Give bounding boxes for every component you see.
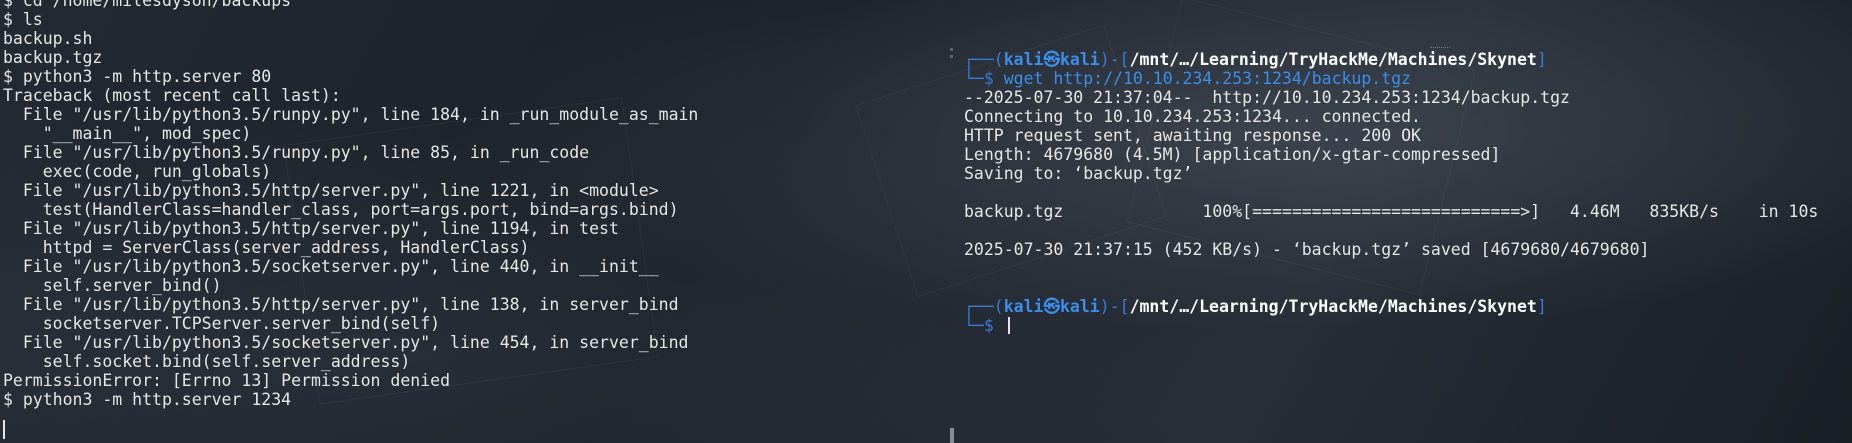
terminal-line: File "/usr/lib/python3.5/http/server.py"… bbox=[3, 181, 659, 200]
terminal-line: Length: 4679680 (4.5M) [application/x-gt… bbox=[964, 145, 1501, 164]
desktop-screen: $ cd /home/milesdyson/backups $ ls backup.… bbox=[0, 0, 1852, 443]
terminal-line: File "/usr/lib/python3.5/socketserver.py… bbox=[3, 333, 689, 352]
terminal-line: $ python3 -m http.server 80 bbox=[3, 67, 272, 86]
right-terminal-cursor bbox=[1007, 317, 1010, 334]
command-line-2[interactable]: └─$ bbox=[964, 316, 1818, 335]
terminal-line: $ ls bbox=[3, 10, 43, 29]
terminal-line: backup.tgz bbox=[3, 48, 103, 67]
terminal-line: $ cd /home/milesdyson/backups bbox=[3, 0, 292, 10]
terminal-line: 2025-07-30 21:37:15 (452 KB/s) - ‘backup… bbox=[964, 240, 1650, 259]
terminal-line: Traceback (most recent call last): bbox=[3, 86, 341, 105]
wget-output: --2025-07-30 21:37:04-- http://10.10.234… bbox=[964, 88, 1818, 297]
terminal-line: --2025-07-30 21:37:04-- http://10.10.234… bbox=[964, 88, 1570, 107]
command-line-1: └─$ wget http://10.10.234.253:1234/backu… bbox=[964, 69, 1412, 88]
terminal-line: PermissionError: [Errno 13] Permission d… bbox=[3, 371, 451, 390]
left-terminal-pane[interactable]: $ cd /home/milesdyson/backups $ ls backup.… bbox=[3, 0, 943, 443]
terminal-line: File "/usr/lib/python3.5/http/server.py"… bbox=[3, 295, 679, 314]
terminal-line: self.socket.bind(self.server_address) bbox=[3, 352, 411, 371]
terminal-line: File "/usr/lib/python3.5/runpy.py", line… bbox=[3, 143, 590, 162]
right-terminal-output: ┌──(kali㉿kali)-[/mnt/…/Learning/TryHackM… bbox=[964, 50, 1818, 335]
terminal-line: backup.sh bbox=[3, 29, 93, 48]
terminal-line: Saving to: ‘backup.tgz’ bbox=[964, 164, 1193, 183]
terminal-line: "__main__", mod_spec) bbox=[3, 124, 252, 143]
terminal-line: self.server_bind() bbox=[3, 276, 222, 295]
terminal-line: HTTP request sent, awaiting response... … bbox=[964, 126, 1421, 145]
terminal-line: httpd = ServerClass(server_address, Hand… bbox=[3, 238, 530, 257]
left-terminal-cursor bbox=[3, 420, 5, 439]
prompt-line-2: ┌──(kali㉿kali)-[/mnt/…/Learning/TryHackM… bbox=[964, 297, 1547, 316]
terminal-line: Connecting to 10.10.234.253:1234... conn… bbox=[964, 107, 1421, 126]
terminal-line: File "/usr/lib/python3.5/socketserver.py… bbox=[3, 257, 659, 276]
left-terminal-output: $ cd /home/milesdyson/backups $ ls backup.… bbox=[3, 0, 698, 409]
terminal-line: backup.tgz 100%[========================… bbox=[964, 202, 1819, 221]
prompt-line-1: ┌──(kali㉿kali)-[/mnt/…/Learning/TryHackM… bbox=[964, 50, 1547, 69]
right-terminal-pane[interactable]: ┌──(kali㉿kali)-[/mnt/…/Learning/TryHackM… bbox=[964, 0, 1852, 443]
terminal-line: $ python3 -m http.server 1234 bbox=[3, 390, 292, 409]
terminal-line: File "/usr/lib/python3.5/runpy.py", line… bbox=[3, 105, 699, 124]
terminal-line: File "/usr/lib/python3.5/http/server.py"… bbox=[3, 219, 619, 238]
terminal-line: socketserver.TCPServer.server_bind(self) bbox=[3, 314, 441, 333]
terminal-line: exec(code, run_globals) bbox=[3, 162, 272, 181]
scrollbar-handle[interactable] bbox=[950, 428, 954, 443]
terminal-line: test(HandlerClass=handler_class, port=ar… bbox=[3, 200, 679, 219]
